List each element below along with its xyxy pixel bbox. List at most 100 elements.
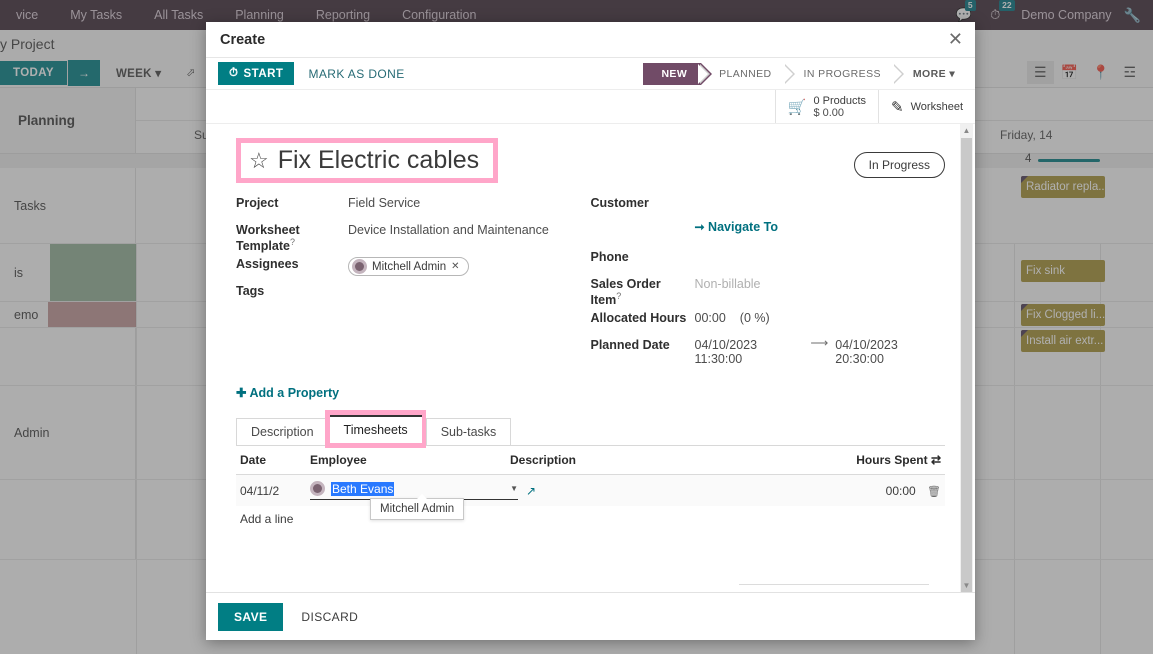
field-sales-order-item: Sales Order Item? Non-billable	[591, 274, 946, 307]
screen: vice My Tasks All Tasks Planning Reporti…	[0, 0, 1153, 654]
hours-value: 00:00	[885, 483, 916, 498]
status-bar: ⏱ START MARK AS DONE NEW PLANNED IN PROG…	[206, 58, 975, 90]
total-hours-label: Hours Spent:	[739, 591, 809, 592]
sales-order-item-text: Sales Order Item	[590, 277, 661, 308]
timesheets-table-head: Date Employee Description Hours Spent ⇄	[236, 446, 945, 476]
cart-plus-icon: 🛒	[787, 98, 807, 116]
task-name-input[interactable]: Fix Electric cables	[278, 146, 479, 175]
clock-icon: ⏱	[229, 67, 239, 79]
stage-selector: NEW PLANNED IN PROGRESS MORE ▾	[643, 58, 975, 89]
discard-button[interactable]: DISCARD	[289, 610, 370, 624]
dialog-header: Create ✕	[206, 22, 975, 58]
save-button[interactable]: SAVE	[218, 602, 284, 631]
field-tags: Tags	[236, 281, 591, 307]
tab-description[interactable]: Description	[236, 418, 329, 446]
navigate-to-label: Navigate To	[708, 220, 778, 234]
assignee-chip[interactable]: Mitchell Admin ✕	[348, 257, 469, 277]
field-label-customer: Customer	[590, 196, 649, 210]
avatar	[310, 481, 325, 497]
employee-dropdown-option[interactable]: Mitchell Admin	[370, 494, 465, 521]
start-button[interactable]: ⏱ START	[218, 62, 295, 85]
dialog-scrollbar[interactable]: ▲ ▼	[960, 124, 973, 592]
mark-as-done-button[interactable]: MARK AS DONE	[294, 67, 418, 81]
field-label-planned-date: Planned Date	[590, 338, 670, 353]
products-stat-button[interactable]: 🛒 0 Products $ 0.00	[774, 90, 878, 123]
field-phone: Phone	[591, 247, 946, 273]
field-value-assignees[interactable]: Mitchell Admin ✕	[348, 254, 469, 277]
help-icon[interactable]: ?	[616, 291, 621, 301]
arrow-right-icon: ➞	[694, 220, 705, 234]
tab-sub-tasks[interactable]: Sub-tasks	[425, 418, 512, 446]
employee-selected-text: Beth Evans	[331, 481, 395, 496]
add-a-line-button[interactable]: Add a line	[236, 506, 945, 532]
allocated-hours-percent: (0 %)	[739, 311, 770, 326]
scrollbar-thumb[interactable]	[961, 138, 972, 592]
column-hours-spent[interactable]: Hours Spent ⇄	[815, 446, 945, 476]
field-label-worksheet-template: Worksheet Template?	[236, 220, 348, 253]
navigate-to-link[interactable]: ➞ Navigate To	[591, 220, 778, 234]
avatar	[352, 259, 367, 275]
worksheet-stat-button[interactable]: ✎ Worksheet	[878, 90, 975, 123]
task-title-highlight: ☆ Fix Electric cables	[236, 138, 499, 183]
field-value-sales-order-item[interactable]: Non-billable	[695, 274, 761, 291]
column-date[interactable]: Date	[236, 446, 306, 476]
total-hours-value: 00:00	[899, 591, 929, 592]
field-label-phone: Phone	[590, 250, 629, 264]
add-property-button[interactable]: ✚ Add a Property	[236, 385, 945, 400]
chevron-down-icon[interactable]: ▼	[510, 484, 518, 493]
stage-planned[interactable]: PLANNED	[698, 63, 785, 85]
field-label-tags: Tags	[236, 284, 265, 299]
hours-spent-label: Hours Spent	[856, 453, 928, 468]
column-description[interactable]: Description	[506, 446, 815, 476]
remove-assignee-icon[interactable]: ✕	[451, 261, 459, 272]
start-button-label: START	[243, 67, 284, 80]
planned-date-arrow-icon: ⟶	[810, 336, 829, 351]
add-property-label: Add a Property	[249, 386, 340, 401]
planned-date-end[interactable]: 04/10/2023 20:30:00	[835, 335, 945, 366]
add-line-row[interactable]: Add a line	[236, 506, 945, 532]
close-icon[interactable]: ✕	[948, 29, 963, 50]
scroll-up-icon[interactable]: ▲	[960, 124, 973, 137]
field-value-project[interactable]: Field Service	[348, 193, 420, 210]
field-customer: Customer	[591, 193, 946, 219]
tab-timesheets-highlight: Timesheets	[324, 410, 426, 449]
field-planned-date: Planned Date 04/10/2023 11:30:00 ⟶ 04/10…	[591, 335, 946, 366]
planned-date-start[interactable]: 04/10/2023 11:30:00	[695, 335, 804, 366]
table-row[interactable]: 04/11/2 Beth Evans ▼ ↗ Mitchell Admin 00…	[236, 474, 945, 521]
navigate-to-row: ➞ Navigate To	[591, 220, 946, 246]
field-allocated-hours: Allocated Hours 00:00 (0 %)	[591, 308, 946, 334]
table-header-row: Date Employee Description Hours Spent ⇄	[236, 446, 945, 476]
field-value-allocated-hours[interactable]: 00:00	[695, 308, 726, 325]
stage-more-label: MORE	[912, 67, 946, 80]
status-badge[interactable]: In Progress	[853, 152, 945, 178]
trash-icon[interactable]: 🗑	[927, 486, 941, 498]
stage-new[interactable]: NEW	[643, 62, 712, 85]
field-label-assignees: Assignees	[236, 257, 299, 272]
timesheets-total-row: Hours Spent: 00:00	[236, 584, 945, 592]
field-project: Project Field Service	[236, 193, 591, 219]
sort-icon[interactable]: ⇄	[931, 453, 941, 467]
create-task-dialog: Create ✕ ⏱ START MARK AS DONE NEW PLANNE…	[206, 22, 975, 640]
cell-date[interactable]: 04/11/2	[236, 474, 306, 507]
external-link-icon[interactable]: ↗	[526, 484, 536, 498]
worksheet-label: Worksheet	[910, 100, 963, 113]
star-icon[interactable]: ☆	[249, 149, 269, 172]
scroll-down-icon[interactable]: ▼	[960, 579, 973, 592]
dialog-body: In Progress ☆ Fix Electric cables Projec…	[206, 124, 975, 592]
cell-hours-spent[interactable]: 00:00 🗑	[815, 474, 945, 507]
field-label-project: Project	[236, 196, 279, 210]
tab-timesheets[interactable]: Timesheets	[329, 415, 422, 444]
record-sheet: In Progress ☆ Fix Electric cables Projec…	[206, 124, 975, 592]
stage-in-progress[interactable]: IN PROGRESS	[782, 63, 895, 85]
field-area: Project Field Service Worksheet Template…	[236, 193, 945, 367]
cell-employee[interactable]: Beth Evans ▼ ↗ Mitchell Admin	[306, 474, 815, 521]
field-value-worksheet-template[interactable]: Device Installation and Maintenance	[348, 220, 549, 237]
field-label-allocated-hours: Allocated Hours	[590, 311, 687, 326]
column-employee[interactable]: Employee	[306, 446, 506, 476]
right-field-column: Customer ➞ Navigate To Phone Sales Order…	[591, 193, 946, 367]
stage-more-dropdown[interactable]: MORE ▾	[891, 63, 969, 85]
field-label-sales-order-item: Sales Order Item?	[591, 274, 695, 307]
notebook-tabs: Description Timesheets Sub-tasks	[236, 410, 945, 449]
field-worksheet-template: Worksheet Template? Device Installation …	[236, 220, 591, 253]
help-icon[interactable]: ?	[290, 237, 295, 247]
